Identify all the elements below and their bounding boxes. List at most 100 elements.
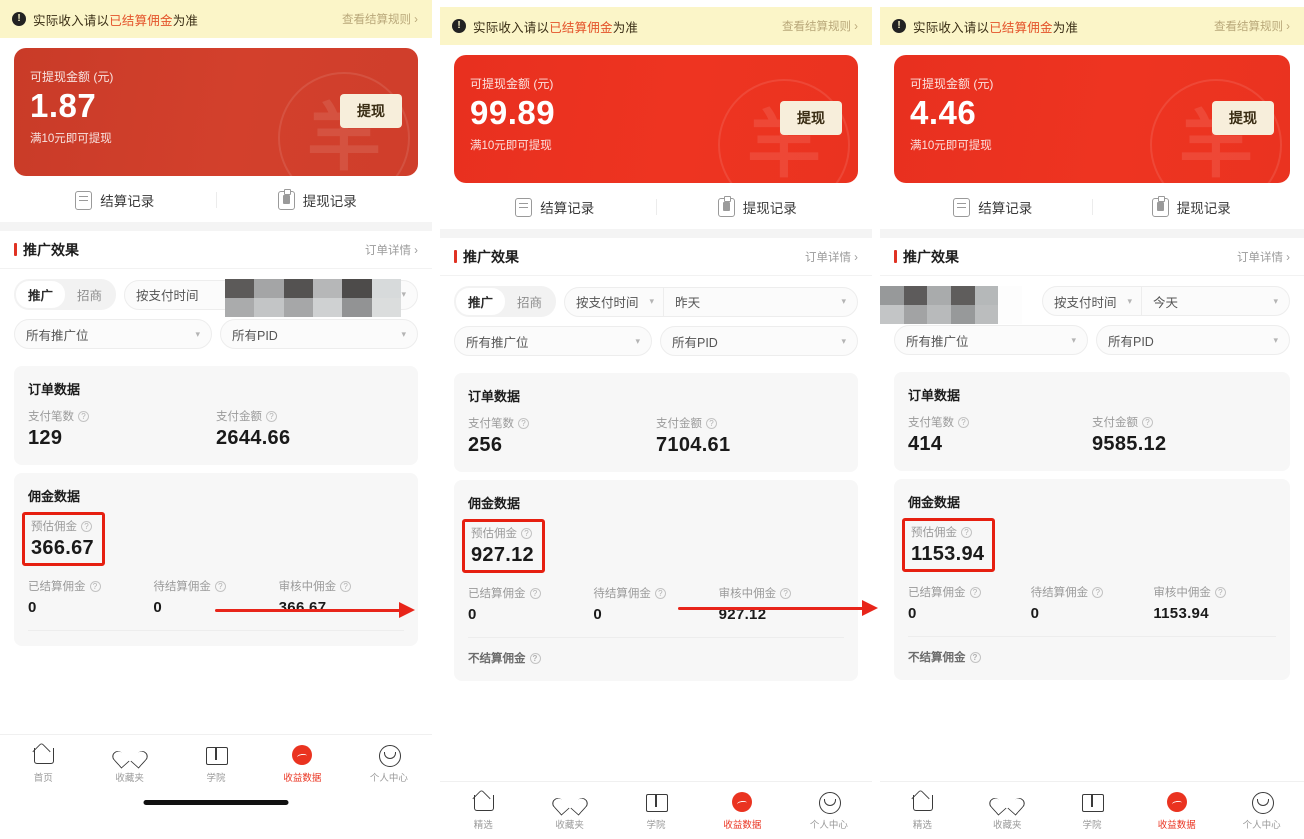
settlement-records-link[interactable]: 结算记录: [454, 197, 656, 217]
chevron-down-icon: ▾: [1273, 295, 1278, 306]
commission-divider: [468, 637, 844, 638]
help-icon[interactable]: ?: [958, 416, 969, 428]
promotion-type-toggle[interactable]: 推广 招商: [454, 286, 557, 317]
records-row: 结算记录 提现记录: [454, 185, 858, 229]
help-icon[interactable]: ?: [214, 580, 226, 592]
tab-earnings[interactable]: 收益数据: [699, 791, 785, 831]
view-settlement-rules-link[interactable]: 查看结算规则 ›: [342, 11, 418, 27]
estimated-commission-label: 预估佣金: [471, 528, 517, 540]
tab-academy[interactable]: 学院: [613, 791, 699, 831]
slot-select-p1[interactable]: 所有推广位 ▾: [14, 319, 212, 349]
settled-commission-stat-p1: 已结算佣金? 0: [28, 578, 153, 616]
balance-note: 满10元即可提现: [910, 140, 992, 152]
order-details-link[interactable]: 订单详情 ›: [365, 242, 418, 258]
tab-label: 学院: [206, 772, 226, 784]
toggle-option-merchant[interactable]: 招商: [505, 288, 554, 315]
help-icon[interactable]: ?: [1214, 586, 1226, 598]
notice-text: 实际收入请以已结算佣金为准: [913, 20, 1079, 35]
tab-home[interactable]: 首页: [0, 744, 86, 784]
tab-academy[interactable]: 学院: [173, 744, 259, 784]
help-icon[interactable]: ?: [1092, 586, 1104, 598]
help-icon[interactable]: ?: [780, 587, 792, 599]
help-icon[interactable]: ?: [81, 520, 92, 532]
help-icon[interactable]: ?: [266, 410, 277, 422]
promotion-type-toggle[interactable]: 推广 招商: [14, 279, 117, 310]
pid-select-p1[interactable]: 所有PID ▾: [220, 319, 418, 349]
toggle-option-merchant[interactable]: 招商: [65, 281, 114, 308]
paid-count-stat-p1: 支付笔数? 129: [28, 408, 216, 450]
withdraw-button[interactable]: 提现: [340, 94, 402, 128]
help-icon[interactable]: ?: [654, 587, 666, 599]
commission-divider: [28, 630, 404, 631]
tab-profile[interactable]: 个人中心: [346, 744, 432, 784]
date-value-group[interactable]: 今天 ▾: [1142, 287, 1289, 315]
reviewing-commission-label: 审核中佣金: [1153, 587, 1211, 599]
unsettled-commission-label-p2: 不结算佣金?: [468, 650, 844, 666]
help-icon[interactable]: ?: [529, 587, 541, 599]
estimated-commission-label: 预估佣金: [31, 521, 77, 533]
date-range-select-p3[interactable]: 按支付时间 ▾ 今天 ▾: [1042, 286, 1290, 316]
tab-label: 收益数据: [723, 819, 762, 831]
help-icon[interactable]: ?: [961, 526, 972, 538]
paid-amount-label: 支付金额: [216, 411, 262, 423]
tab-label: 收藏夹: [555, 819, 584, 831]
tab-profile[interactable]: 个人中心: [1219, 791, 1304, 831]
withdraw-records-link[interactable]: 提现记录: [217, 188, 419, 210]
tab-label: 收益数据: [1157, 819, 1196, 831]
withdraw-button[interactable]: 提现: [1212, 101, 1274, 135]
help-icon[interactable]: ?: [521, 527, 532, 539]
slot-select-p3[interactable]: 所有推广位 ▾: [894, 325, 1088, 355]
view-settlement-rules-link[interactable]: 查看结算规则 ›: [782, 18, 858, 34]
slot-select-p2[interactable]: 所有推广位 ▾: [454, 326, 652, 356]
pending-commission-label: 待结算佣金: [153, 581, 211, 593]
withdraw-button[interactable]: 提现: [780, 101, 842, 135]
settlement-records-link[interactable]: 结算记录: [894, 197, 1092, 217]
tab-featured[interactable]: 精选: [440, 791, 526, 831]
help-icon[interactable]: ?: [969, 586, 981, 598]
home-icon: [911, 791, 934, 813]
help-icon[interactable]: ?: [89, 580, 101, 592]
settlement-notice-banner: ! 实际收入请以已结算佣金为准 查看结算规则 ›: [440, 7, 872, 45]
tab-favorites[interactable]: 收藏夹: [526, 791, 612, 831]
pid-select-p2[interactable]: 所有PID ▾: [660, 326, 858, 356]
help-icon[interactable]: ?: [340, 580, 352, 592]
time-mode-group[interactable]: 按支付时间 ▾: [565, 287, 665, 316]
tab-earnings[interactable]: 收益数据: [259, 744, 345, 784]
tab-profile[interactable]: 个人中心: [786, 791, 872, 831]
estimated-commission-highlight-p1: 预估佣金? 366.67: [22, 512, 105, 566]
help-icon[interactable]: ?: [78, 410, 89, 422]
withdraw-records-link[interactable]: 提现记录: [657, 195, 859, 217]
heart-icon: [119, 744, 141, 766]
toggle-option-promotion[interactable]: 推广: [16, 281, 66, 308]
view-settlement-rules-link[interactable]: 查看结算规则 ›: [1214, 18, 1290, 34]
book-icon: [205, 744, 229, 766]
chevron-down-icon: ▾: [1127, 295, 1133, 306]
settlement-records-link[interactable]: 结算记录: [14, 190, 216, 210]
withdraw-records-link[interactable]: 提现记录: [1093, 195, 1291, 217]
help-icon[interactable]: ?: [518, 417, 529, 429]
pid-select-p3[interactable]: 所有PID ▾: [1096, 325, 1290, 355]
help-icon[interactable]: ?: [969, 651, 981, 663]
tab-featured[interactable]: 精选: [880, 791, 965, 831]
estimated-commission-value: 1153.94: [911, 543, 985, 565]
heart-icon: [996, 791, 1018, 813]
help-icon[interactable]: ?: [706, 417, 717, 429]
order-details-link[interactable]: 订单详情 ›: [805, 249, 858, 265]
help-icon[interactable]: ?: [1142, 416, 1153, 428]
tab-earnings[interactable]: 收益数据: [1134, 791, 1219, 831]
date-value-group[interactable]: 昨天 ▾: [664, 288, 857, 316]
exclamation-circle-icon: !: [892, 19, 906, 33]
tab-favorites[interactable]: 收藏夹: [86, 744, 172, 784]
tab-academy[interactable]: 学院: [1050, 791, 1135, 831]
tab-favorites[interactable]: 收藏夹: [965, 791, 1050, 831]
date-range-select-p2[interactable]: 按支付时间 ▾ 昨天 ▾: [564, 286, 858, 317]
order-details-link[interactable]: 订单详情 ›: [1237, 249, 1290, 265]
commission-data-card-p2: 佣金数据 预估佣金? 927.12 已结算佣金? 0 待结算佣金? 0 审核中佣…: [454, 480, 858, 681]
time-mode-label: 按支付时间: [1054, 295, 1117, 310]
time-mode-group[interactable]: 按支付时间 ▾: [1043, 287, 1143, 315]
help-icon[interactable]: ?: [529, 652, 541, 664]
order-data-title: 订单数据: [468, 389, 521, 404]
chevron-down-icon: ▾: [841, 296, 846, 306]
toggle-option-promotion[interactable]: 推广: [456, 288, 506, 315]
settled-commission-label: 已结算佣金: [28, 581, 86, 593]
